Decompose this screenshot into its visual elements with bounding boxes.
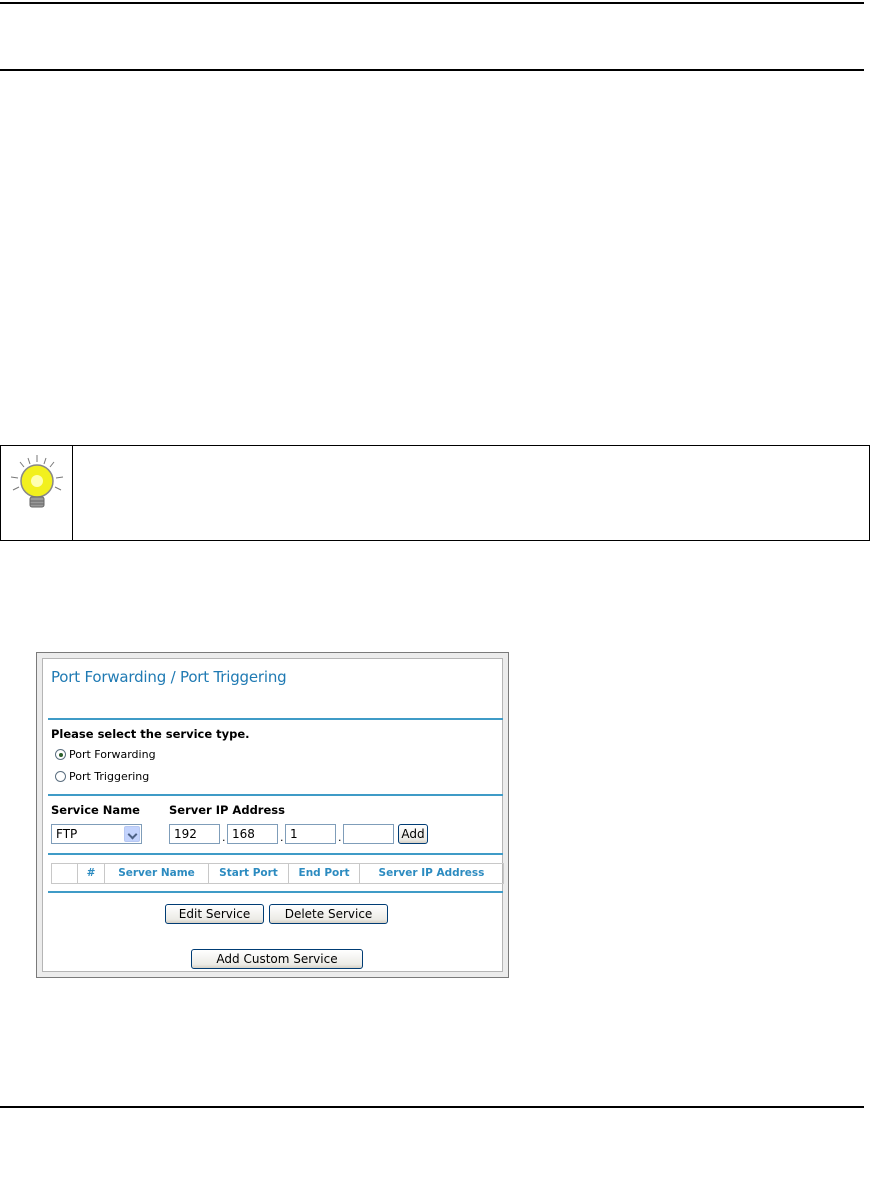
service-name-label: Service Name bbox=[51, 803, 140, 817]
service-name-select[interactable]: FTP bbox=[51, 824, 142, 844]
edit-service-button[interactable]: Edit Service bbox=[165, 904, 264, 924]
radio-port-forwarding[interactable]: Port Forwarding bbox=[55, 748, 156, 761]
add-button[interactable]: Add bbox=[398, 824, 428, 844]
port-forwarding-panel: Port Forwarding / Port Triggering Please… bbox=[36, 652, 509, 978]
ip-dot: . bbox=[280, 831, 284, 844]
footer-rule bbox=[0, 1106, 864, 1108]
separator bbox=[48, 891, 503, 893]
ip-dot: . bbox=[222, 831, 226, 844]
ip-octet-3-input[interactable]: 1 bbox=[285, 824, 336, 844]
add-custom-service-button[interactable]: Add Custom Service bbox=[191, 949, 363, 969]
separator bbox=[48, 853, 503, 855]
radio-button[interactable] bbox=[55, 749, 66, 760]
radio-label: Port Triggering bbox=[69, 770, 150, 783]
lightbulb-icon bbox=[10, 455, 64, 508]
table-header-end-port: End Port bbox=[289, 864, 360, 883]
panel-body: Port Forwarding / Port Triggering Please… bbox=[42, 658, 504, 972]
panel-title: Port Forwarding / Port Triggering bbox=[51, 668, 287, 686]
header-rule-top bbox=[0, 2, 864, 4]
table-header-select bbox=[52, 864, 78, 883]
radio-label: Port Forwarding bbox=[69, 748, 156, 761]
table-header-server-ip: Server IP Address bbox=[378, 867, 485, 879]
separator bbox=[48, 794, 503, 796]
tip-icon-cell bbox=[1, 446, 73, 540]
chevron-down-icon[interactable] bbox=[124, 826, 140, 842]
ip-octet-1-input[interactable]: 192 bbox=[169, 824, 220, 844]
table-header-server-name: Server Name bbox=[105, 864, 209, 883]
header-rule-bottom bbox=[0, 69, 864, 71]
tip-box bbox=[0, 445, 870, 541]
radio-button[interactable] bbox=[55, 771, 66, 782]
delete-service-button[interactable]: Delete Service bbox=[269, 904, 388, 924]
ip-dot: . bbox=[338, 831, 342, 844]
service-type-prompt: Please select the service type. bbox=[51, 727, 250, 741]
table-header-start-port: Start Port bbox=[209, 864, 289, 883]
separator bbox=[48, 718, 503, 720]
radio-port-triggering[interactable]: Port Triggering bbox=[55, 770, 149, 783]
services-table-header: # Server Name Start Port End Port Server… bbox=[51, 863, 504, 884]
table-header-number: # bbox=[78, 864, 105, 883]
ip-octet-2-input[interactable]: 168 bbox=[227, 824, 278, 844]
server-ip-label: Server IP Address bbox=[169, 803, 285, 817]
service-name-value: FTP bbox=[56, 827, 78, 841]
ip-octet-4-input[interactable] bbox=[343, 824, 394, 844]
